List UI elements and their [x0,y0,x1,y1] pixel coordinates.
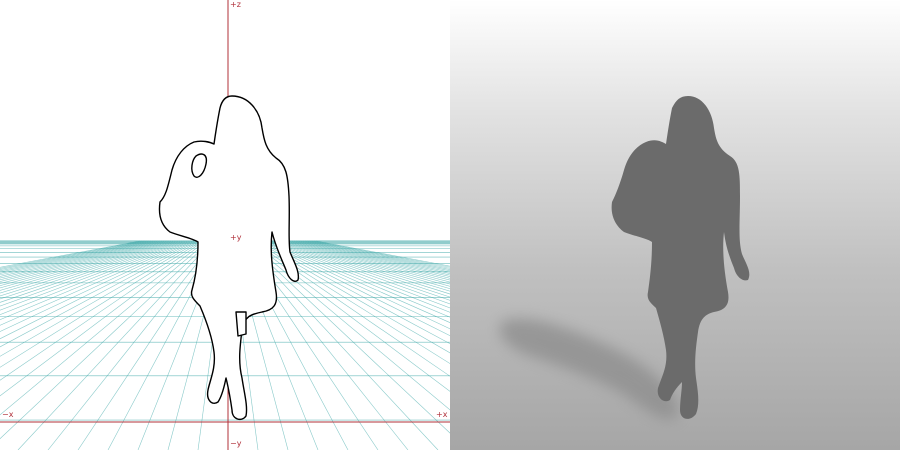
grid-line [304,240,450,273]
grid-line [313,240,450,268]
grid-line [0,240,182,307]
plus-z-label: +z [230,0,241,9]
grid-line [0,240,174,294]
render-viewport [450,0,900,450]
minus-x-label: −x [2,410,14,419]
grid-line [47,240,216,450]
plus-y-label: +y [230,233,242,242]
wireframe-viewport: +z +y −x +x −y [0,0,450,450]
grid-line [276,240,450,301]
grid-line [254,240,450,364]
grid-line [0,240,158,279]
wireframe-canvas: +z +y −x +x −y [0,0,450,450]
grid-line [0,240,191,326]
grid-line [274,240,450,305]
figure-outline [158,95,300,421]
cast-shadow [499,318,679,420]
render-canvas [499,96,750,420]
grid-line [0,240,185,311]
grid-line [307,240,450,272]
minus-y-label: −y [230,439,242,448]
grid-line [17,240,213,450]
model-preview: +z +y −x +x −y [0,0,900,450]
plus-x-label: +x [436,410,448,419]
grid-line [0,240,180,303]
grid-line [0,240,196,340]
